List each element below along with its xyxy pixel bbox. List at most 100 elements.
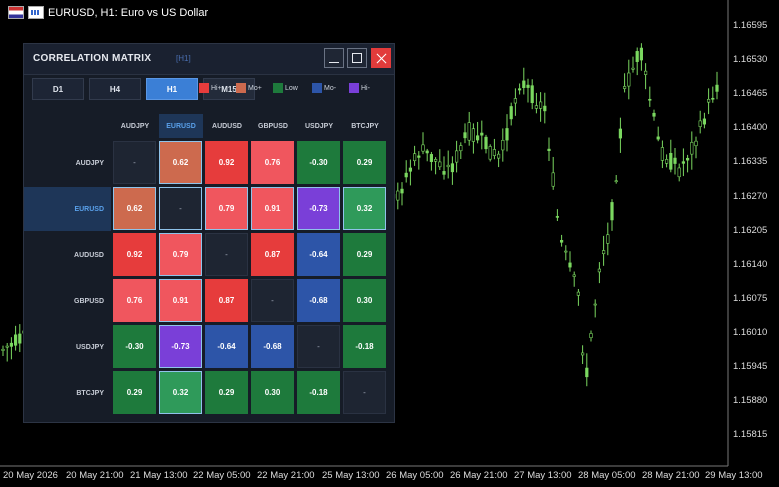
time-tick: 20 May 21:00: [66, 470, 124, 481]
legend-swatch: [312, 83, 322, 93]
candle-body: [412, 153, 417, 162]
matrix-cell: 0.92: [205, 141, 248, 184]
price-tick: 1.16140: [733, 258, 768, 270]
minimize-button[interactable]: [324, 48, 344, 68]
candle-body: [14, 334, 18, 346]
price-tick: 1.16400: [733, 122, 768, 134]
legend-label: Mo+: [248, 84, 262, 92]
column-header-usdjpy: USDJPY: [304, 122, 333, 130]
time-tick: 26 May 21:00: [450, 470, 508, 481]
timeframe-button-h1[interactable]: H1: [146, 78, 198, 100]
row-header-audusd: AUDUSD: [74, 251, 104, 259]
candle-body: [681, 161, 685, 164]
matrix-cell: 0.62: [159, 141, 202, 184]
price-tick: 1.16465: [733, 88, 768, 100]
matrix-cell: -: [205, 233, 248, 276]
candle-body: [559, 240, 564, 243]
price-tick: 1.15880: [733, 395, 768, 407]
legend-label: Mo-: [324, 84, 337, 92]
matrix-cell: 0.91: [159, 279, 202, 322]
legend-item: Low: [273, 83, 298, 93]
candle-body: [711, 97, 715, 100]
candle-body: [530, 85, 534, 104]
candle-body: [438, 161, 442, 168]
candle-body: [660, 147, 664, 161]
matrix-cell: 0.62: [113, 187, 156, 230]
matrix-cell: -: [297, 325, 340, 368]
candle-body: [547, 148, 551, 152]
candle-body: [652, 112, 656, 117]
column-header-audusd: AUDUSD: [212, 122, 242, 130]
candle-body: [484, 136, 488, 150]
candle-body: [454, 150, 459, 163]
candle-body: [467, 122, 471, 141]
candle-body: [400, 188, 404, 194]
candle-body: [509, 106, 513, 120]
candle-body: [698, 120, 702, 127]
price-tick: 1.15945: [733, 361, 768, 372]
matrix-cell: 0.32: [159, 371, 202, 414]
candle-body: [463, 132, 467, 139]
candle-body: [673, 157, 677, 164]
matrix-cell: 0.29: [113, 371, 156, 414]
candle-body: [446, 164, 450, 168]
candle-body: [631, 67, 635, 70]
row-header-audjpy: AUDJPY: [75, 159, 104, 167]
candle-body: [572, 274, 576, 277]
timeframe-button-h4[interactable]: H4: [89, 78, 141, 100]
candle-body: [677, 167, 681, 178]
candle-body: [589, 333, 593, 338]
matrix-cell: -: [251, 279, 294, 322]
price-tick: 1.16010: [733, 326, 768, 338]
candle-body: [606, 234, 610, 244]
matrix-cell: -0.30: [113, 325, 156, 368]
candle-body: [635, 51, 639, 62]
legend-item: Mo+: [236, 83, 262, 93]
matrix-cell: -: [159, 187, 202, 230]
candle-body: [639, 47, 643, 61]
matrix-cell: -0.18: [343, 325, 386, 368]
candle-body: [526, 84, 530, 88]
candle-body: [404, 172, 408, 178]
matrix-cell: -: [343, 371, 386, 414]
candle-body: [656, 136, 660, 140]
timeframe-button-d1[interactable]: D1: [32, 78, 84, 100]
candle-body: [433, 159, 438, 162]
candle-body: [488, 146, 492, 160]
price-tick: 1.16530: [733, 54, 768, 66]
candle-body: [429, 154, 434, 162]
candle-body: [501, 140, 505, 151]
legend-label: Hi+: [211, 84, 222, 92]
candle-body: [475, 135, 480, 141]
candle-body: [480, 132, 484, 136]
matrix-cell: -0.64: [205, 325, 248, 368]
matrix-cell: -0.30: [297, 141, 340, 184]
candle-body: [576, 291, 580, 296]
panel-timeframe-tag: [H1]: [176, 54, 191, 63]
legend-swatch: [199, 83, 209, 93]
time-tick: 29 May 13:00: [705, 470, 763, 481]
candle-body: [664, 159, 669, 164]
time-tick: 20 May 2026: [3, 470, 58, 481]
time-tick: 28 May 21:00: [642, 470, 700, 481]
row-header-gbpusd: GBPUSD: [74, 297, 104, 305]
price-tick: 1.16270: [733, 190, 768, 202]
matrix-cell: -: [113, 141, 156, 184]
column-header-audjpy: AUDJPY: [120, 122, 150, 130]
legend-label: Low: [285, 84, 298, 92]
price-tick: 1.16075: [733, 292, 768, 304]
candle-body: [9, 342, 14, 347]
candle-body: [517, 88, 522, 91]
candle-body: [564, 250, 568, 253]
column-header-eurusd: EURUSD: [159, 114, 203, 138]
correlation-matrix-panel[interactable]: CORRELATION MATRIX [H1] D1 H4 H1 M15 Hi+ Mo+…: [23, 43, 395, 423]
symbol-label: EURUSD, H1: Euro vs US Dollar: [48, 6, 209, 19]
time-tick: 22 May 21:00: [257, 470, 315, 481]
flag-icon: [8, 6, 24, 19]
legend-swatch: [236, 83, 246, 93]
close-button[interactable]: [371, 48, 391, 68]
maximize-button[interactable]: [347, 48, 367, 68]
matrix-cell: 0.29: [343, 233, 386, 276]
candle-body: [568, 262, 572, 268]
legend-swatch: [349, 83, 359, 93]
